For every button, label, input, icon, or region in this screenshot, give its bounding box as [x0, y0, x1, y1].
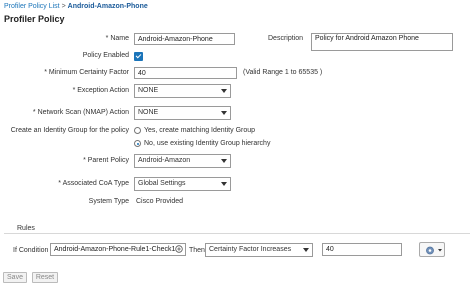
description-textarea[interactable]: Policy for Android Amazon Phone: [311, 33, 453, 51]
min-certainty-label: * Minimum Certainty Factor: [44, 69, 129, 76]
if-condition-label: If Condition: [13, 247, 49, 254]
rule-condition-value: Android-Amazon-Phone-Rule1-Check1: [54, 246, 176, 253]
parent-policy-label: * Parent Policy: [83, 157, 129, 164]
description-label: Description: [268, 35, 304, 42]
chevron-down-icon: [221, 89, 227, 93]
save-button[interactable]: Save: [3, 272, 27, 283]
min-certainty-hint: (Valid Range 1 to 65535 ): [243, 69, 323, 76]
policy-enabled-checkbox[interactable]: [134, 52, 143, 61]
identity-group-yes-radio[interactable]: [134, 127, 141, 134]
page-title: Profiler Policy: [4, 14, 65, 24]
parent-policy-value: Android-Amazon: [138, 157, 191, 164]
rule-action-select[interactable]: Certainty Factor Increases: [205, 243, 313, 257]
chevron-down-icon: [221, 111, 227, 115]
identity-group-no-radio[interactable]: [134, 140, 141, 147]
network-scan-select[interactable]: NONE: [134, 106, 231, 120]
breadcrumb-parent-link[interactable]: Profiler Policy List: [4, 3, 60, 10]
identity-group-yes-label[interactable]: Yes, create matching Identity Group: [144, 127, 255, 134]
name-input[interactable]: Android-Amazon-Phone: [134, 33, 235, 45]
then-label: Then: [189, 247, 205, 254]
coa-type-select[interactable]: Global Settings: [134, 177, 231, 191]
reset-button[interactable]: Reset: [32, 272, 58, 283]
chevron-down-icon: [221, 159, 227, 163]
chevron-down-icon: [303, 248, 309, 252]
network-scan-value: NONE: [138, 109, 159, 116]
coa-type-value: Global Settings: [138, 180, 186, 187]
system-type-label: System Type: [88, 198, 129, 205]
identity-group-no-label[interactable]: No, use existing Identity Group hierarch…: [144, 140, 270, 147]
rule-action-value: Certainty Factor Increases: [209, 246, 292, 253]
network-scan-label: * Network Scan (NMAP) Action: [32, 109, 129, 116]
chevron-down-icon: [221, 182, 227, 186]
exception-action-label: * Exception Action: [72, 87, 129, 94]
rule-options-button[interactable]: [419, 242, 445, 257]
rule-value-input[interactable]: 40: [322, 243, 402, 256]
coa-type-label: * Associated CoA Type: [58, 180, 129, 187]
condition-picker-icon[interactable]: [175, 245, 183, 253]
gear-icon: [426, 246, 442, 255]
parent-policy-select[interactable]: Android-Amazon: [134, 154, 231, 168]
breadcrumb-current: Android-Amazon-Phone: [67, 3, 148, 10]
breadcrumb-separator: >: [61, 3, 66, 10]
exception-action-select[interactable]: NONE: [134, 84, 231, 98]
min-certainty-input[interactable]: 40: [134, 67, 237, 79]
system-type-value: Cisco Provided: [136, 198, 184, 205]
breadcrumb: Profiler Policy List > Android-Amazon-Ph…: [4, 3, 148, 10]
rule-condition-field[interactable]: Android-Amazon-Phone-Rule1-Check1: [50, 243, 186, 256]
policy-enabled-label: Policy Enabled: [82, 52, 129, 59]
name-label: * Name: [105, 35, 129, 42]
exception-action-value: NONE: [138, 87, 159, 94]
identity-group-label: Create an Identity Group for the policy: [10, 127, 129, 134]
rules-title: Rules: [17, 225, 35, 232]
